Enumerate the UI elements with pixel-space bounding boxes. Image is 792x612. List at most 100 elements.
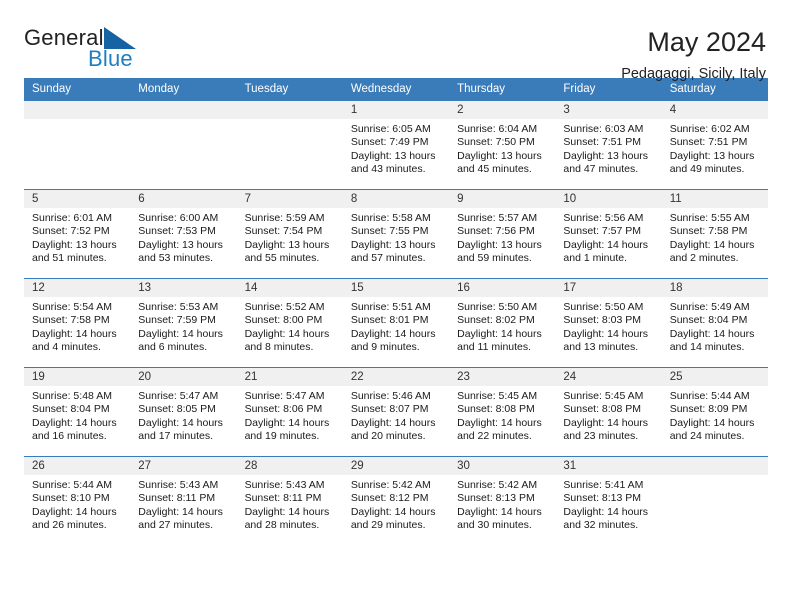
calendar-day-cell[interactable]: 24 Sunrise: 5:45 AM Sunset: 8:08 PM Dayligh… [555,367,662,457]
sunset-text: Sunset: 8:08 PM [457,403,535,416]
calendar-day-cell[interactable]: 8 Sunrise: 5:58 AM Sunset: 7:55 PM Daylight… [342,189,450,279]
calendar-day-cell[interactable]: 18 Sunrise: 5:49 AM Sunset: 8:04 PM Dayligh… [661,278,768,368]
daylight-text: Daylight: 14 hours and 27 minutes. [138,505,223,532]
day-number: 4 [661,101,768,119]
day-details: Sunrise: 6:04 AM Sunset: 7:50 PM Daylight:… [449,119,555,177]
daylight-text: Daylight: 14 hours and 9 minutes. [350,327,436,354]
day-details: Sunrise: 6:00 AM Sunset: 7:53 PM Daylight:… [130,208,236,266]
daylight-text: Daylight: 14 hours and 32 minutes. [563,505,649,532]
calendar-week-row: 12 Sunrise: 5:54 AM Sunset: 7:58 PM Dayligh… [24,278,768,368]
column-header-wednesday: Wednesday [342,78,450,101]
daylight-text: Daylight: 14 hours and 23 minutes. [563,416,649,443]
calendar-day-cell[interactable]: 12 Sunrise: 5:54 AM Sunset: 7:58 PM Dayligh… [24,278,131,368]
calendar-day-cell[interactable]: 19 Sunrise: 5:48 AM Sunset: 8:04 PM Dayligh… [24,367,131,457]
calendar-day-cell[interactable]: 28 Sunrise: 5:43 AM Sunset: 8:11 PM Dayligh… [236,456,343,546]
calendar-week-row: 19 Sunrise: 5:48 AM Sunset: 8:04 PM Dayligh… [24,367,768,457]
calendar-day-cell[interactable]: 23 Sunrise: 5:45 AM Sunset: 8:08 PM Dayligh… [449,367,556,457]
day-details: Sunrise: 5:44 AM Sunset: 8:09 PM Daylight:… [662,386,768,444]
calendar-day-cell-empty [661,456,768,546]
calendar-day-cell[interactable]: 14 Sunrise: 5:52 AM Sunset: 8:00 PM Dayligh… [236,278,343,368]
calendar-week-row: 5 Sunrise: 6:01 AM Sunset: 7:52 PM Daylight… [24,189,768,279]
sunrise-text: Sunrise: 6:00 AM [138,212,219,224]
daylight-text: Daylight: 14 hours and 16 minutes. [32,416,117,443]
day-details: Sunrise: 6:05 AM Sunset: 7:49 PM Daylight:… [343,119,449,177]
calendar-day-cell[interactable]: 3 Sunrise: 6:03 AM Sunset: 7:51 PM Daylight… [555,100,662,190]
sunrise-text: Sunrise: 5:46 AM [350,390,431,402]
day-details: Sunrise: 5:44 AM Sunset: 8:10 PM Daylight:… [24,475,130,533]
sunrise-text: Sunrise: 5:42 AM [350,479,431,491]
calendar-day-cell[interactable]: 25 Sunrise: 5:44 AM Sunset: 8:09 PM Dayligh… [661,367,768,457]
sunset-text: Sunset: 7:56 PM [457,225,535,238]
sunrise-text: Sunrise: 5:43 AM [138,479,219,491]
calendar-day-cell[interactable]: 31 Sunrise: 5:41 AM Sunset: 8:13 PM Dayligh… [555,456,662,546]
sunset-text: Sunset: 8:00 PM [244,314,323,327]
sunrise-text: Sunrise: 5:55 AM [669,212,750,224]
sunrise-text: Sunrise: 6:04 AM [457,123,538,135]
day-details: Sunrise: 5:47 AM Sunset: 8:05 PM Daylight:… [130,386,236,444]
calendar-day-cell[interactable]: 6 Sunrise: 6:00 AM Sunset: 7:53 PM Daylight… [130,189,237,279]
daylight-text: Daylight: 13 hours and 45 minutes. [457,149,542,176]
calendar-grid: Sunday Monday Tuesday Wednesday Thursday… [24,78,768,546]
calendar-day-cell[interactable]: 2 Sunrise: 6:04 AM Sunset: 7:50 PM Daylight… [449,100,556,190]
calendar-day-cell[interactable]: 27 Sunrise: 5:43 AM Sunset: 8:11 PM Dayligh… [130,456,237,546]
calendar-day-cell[interactable]: 15 Sunrise: 5:51 AM Sunset: 8:01 PM Dayligh… [342,278,450,368]
calendar-day-cell[interactable]: 29 Sunrise: 5:42 AM Sunset: 8:12 PM Dayligh… [342,456,450,546]
calendar-day-cell[interactable]: 11 Sunrise: 5:55 AM Sunset: 7:58 PM Dayligh… [661,189,768,279]
calendar-day-cell[interactable]: 16 Sunrise: 5:50 AM Sunset: 8:02 PM Dayligh… [449,278,556,368]
daylight-text: Daylight: 14 hours and 14 minutes. [669,327,755,354]
daylight-text: Daylight: 14 hours and 6 minutes. [138,327,223,354]
sunrise-text: Sunrise: 5:45 AM [457,390,538,402]
day-number: 13 [130,279,237,297]
day-number: 2 [449,101,556,119]
sunset-text: Sunset: 7:49 PM [350,136,429,149]
day-number: 7 [236,190,343,208]
general-blue-logo[interactable]: General Blue [24,26,154,74]
sunset-text: Sunset: 7:57 PM [563,225,642,238]
calendar-day-cell[interactable]: 20 Sunrise: 5:47 AM Sunset: 8:05 PM Dayligh… [130,367,237,457]
sunset-text: Sunset: 8:03 PM [563,314,642,327]
day-details: Sunrise: 5:49 AM Sunset: 8:04 PM Daylight:… [662,297,768,355]
day-number: 24 [555,368,662,386]
day-details: Sunrise: 5:55 AM Sunset: 7:58 PM Daylight:… [662,208,768,266]
sunset-text: Sunset: 8:13 PM [563,492,642,505]
sunrise-text: Sunrise: 5:44 AM [32,479,112,491]
day-number: 16 [449,279,556,297]
calendar-day-cell[interactable]: 17 Sunrise: 5:50 AM Sunset: 8:03 PM Dayligh… [555,278,662,368]
calendar-day-cell[interactable]: 7 Sunrise: 5:59 AM Sunset: 7:54 PM Daylight… [236,189,343,279]
calendar-day-cell[interactable]: 4 Sunrise: 6:02 AM Sunset: 7:51 PM Daylight… [661,100,768,190]
sunrise-text: Sunrise: 5:45 AM [563,390,644,402]
calendar-day-cell[interactable]: 21 Sunrise: 5:47 AM Sunset: 8:06 PM Dayligh… [236,367,343,457]
logo-text-blue: Blue [88,46,133,71]
calendar-day-cell[interactable]: 10 Sunrise: 5:56 AM Sunset: 7:57 PM Dayligh… [555,189,662,279]
daylight-text: Daylight: 14 hours and 8 minutes. [244,327,330,354]
calendar-day-cell[interactable]: 26 Sunrise: 5:44 AM Sunset: 8:10 PM Dayligh… [24,456,131,546]
calendar-day-cell[interactable]: 9 Sunrise: 5:57 AM Sunset: 7:56 PM Daylight… [449,189,556,279]
title-block: May 2024 Pedagaggi, Sicily, Italy [621,26,768,84]
sunset-text: Sunset: 8:04 PM [669,314,748,327]
day-number: 5 [24,190,131,208]
calendar-day-cell[interactable]: 1 Sunrise: 6:05 AM Sunset: 7:49 PM Daylight… [342,100,450,190]
day-number: 12 [24,279,131,297]
day-details: Sunrise: 5:52 AM Sunset: 8:00 PM Daylight:… [237,297,343,355]
sunrise-text: Sunrise: 6:01 AM [32,212,112,224]
sunrise-text: Sunrise: 5:59 AM [244,212,325,224]
daylight-text: Daylight: 14 hours and 26 minutes. [32,505,117,532]
day-details: Sunrise: 5:51 AM Sunset: 8:01 PM Daylight:… [343,297,449,355]
calendar-day-cell[interactable]: 22 Sunrise: 5:46 AM Sunset: 8:07 PM Dayligh… [342,367,450,457]
sunrise-text: Sunrise: 5:47 AM [244,390,325,402]
sunset-text: Sunset: 7:59 PM [138,314,216,327]
sunset-text: Sunset: 7:58 PM [669,225,748,238]
calendar-day-cell[interactable]: 30 Sunrise: 5:42 AM Sunset: 8:13 PM Dayligh… [449,456,556,546]
day-details: Sunrise: 5:53 AM Sunset: 7:59 PM Daylight:… [130,297,236,355]
day-details: Sunrise: 5:54 AM Sunset: 7:58 PM Daylight:… [24,297,130,355]
calendar-day-cell[interactable]: 13 Sunrise: 5:53 AM Sunset: 7:59 PM Dayligh… [130,278,237,368]
day-details: Sunrise: 5:45 AM Sunset: 8:08 PM Daylight:… [449,386,555,444]
sunset-text: Sunset: 7:52 PM [32,225,110,238]
day-number: 3 [555,101,662,119]
daylight-text: Daylight: 14 hours and 22 minutes. [457,416,542,443]
calendar-week-row: 1 Sunrise: 6:05 AM Sunset: 7:49 PM Daylight… [24,100,768,190]
sunrise-text: Sunrise: 5:50 AM [563,301,644,313]
calendar-day-cell[interactable]: 5 Sunrise: 6:01 AM Sunset: 7:52 PM Daylight… [24,189,131,279]
day-number: 17 [555,279,662,297]
sunset-text: Sunset: 7:54 PM [244,225,323,238]
